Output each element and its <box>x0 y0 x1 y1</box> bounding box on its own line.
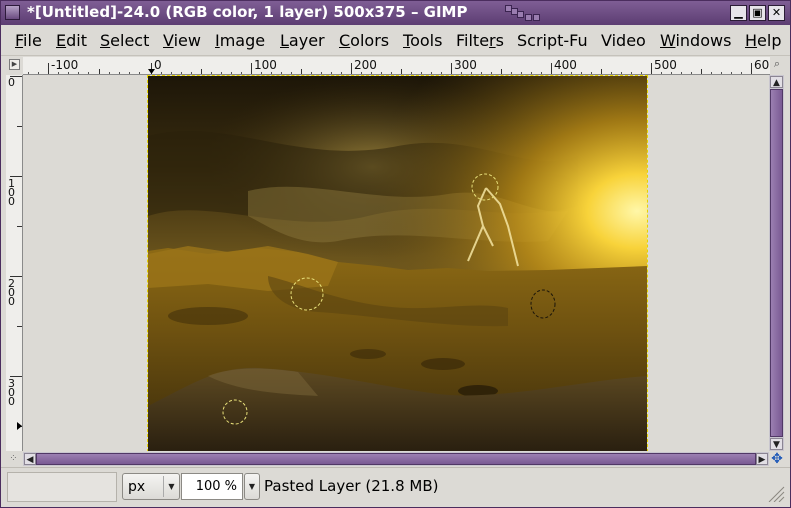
menu-layer[interactable]: Layer <box>280 31 325 50</box>
ruler-label: 0 <box>154 58 162 72</box>
title-bar[interactable]: *[Untitled]-24.0 (RGB color, 1 layer) 50… <box>1 1 790 25</box>
close-button[interactable]: ✕ <box>768 5 785 21</box>
menu-edit[interactable]: Edit <box>56 31 87 50</box>
zoom-dropdown-button[interactable]: ▼ <box>244 473 260 500</box>
ruler-label: 100 <box>254 58 277 72</box>
ruler-label: 0 <box>8 76 15 89</box>
canvas-area[interactable] <box>24 75 769 451</box>
svg-text:0: 0 <box>8 295 15 308</box>
scroll-up-icon[interactable]: ▲ <box>770 76 783 88</box>
chevron-down-icon: ▼ <box>163 476 179 497</box>
scroll-left-icon[interactable]: ◀ <box>24 453 36 465</box>
quickmask-icon[interactable]: ⁘ <box>6 453 21 466</box>
maximize-button[interactable]: ▣ <box>749 5 766 21</box>
horizontal-scroll-thumb[interactable] <box>36 453 756 465</box>
image-canvas[interactable] <box>147 75 648 451</box>
zoom-to-fit-icon[interactable]: ⌕ <box>769 57 785 74</box>
vertical-scroll-thumb[interactable] <box>770 89 783 437</box>
menu-view[interactable]: View <box>163 31 201 50</box>
menu-video[interactable]: Video <box>601 31 646 50</box>
ruler-corner: ▶ <box>6 57 23 74</box>
horizontal-ruler-ticks: -100 0 100 200 300 400 500 600 <box>28 58 770 74</box>
horizontal-ruler[interactable]: -100 0 100 200 300 400 500 600 <box>23 57 770 75</box>
navigate-cross-icon[interactable]: ✥ <box>769 452 785 467</box>
svg-text:0: 0 <box>8 195 15 208</box>
pasted-layer-image <box>148 76 647 451</box>
status-bar: px ▼ 100 % ▼ Pasted Layer (21.8 MB) <box>1 467 790 507</box>
ruler-label: 600 <box>754 58 770 72</box>
menu-filters[interactable]: Filters <box>456 31 504 50</box>
ruler-label: 400 <box>554 58 577 72</box>
menu-colors[interactable]: Colors <box>339 31 389 50</box>
unit-selector[interactable]: px ▼ <box>122 473 180 500</box>
ruler-label: 500 <box>654 58 677 72</box>
menu-file[interactable]: File <box>15 31 42 50</box>
resize-grip-icon[interactable] <box>765 484 785 503</box>
scroll-down-icon[interactable]: ▼ <box>770 438 783 450</box>
menu-image[interactable]: Image <box>215 31 265 50</box>
menu-help[interactable]: Help <box>745 31 781 50</box>
unit-value: px <box>128 479 146 495</box>
menu-script-fu[interactable]: Script-Fu <box>517 31 588 50</box>
ruler-label: -100 <box>51 58 78 72</box>
ruler-label: 300 <box>454 58 477 72</box>
zoom-value: 100 % <box>195 479 237 494</box>
triangle-right-icon[interactable]: ▶ <box>9 59 20 70</box>
minimize-button[interactable]: ▁ <box>730 5 747 21</box>
scroll-right-icon[interactable]: ▶ <box>756 453 768 465</box>
vertical-ruler[interactable]: 0 100 200 300 <box>6 75 23 451</box>
status-message: Pasted Layer (21.8 MB) <box>264 477 439 495</box>
menu-tools[interactable]: Tools <box>403 31 442 50</box>
menu-windows[interactable]: Windows <box>660 31 731 50</box>
gimp-image-window: *[Untitled]-24.0 (RGB color, 1 layer) 50… <box>0 0 791 508</box>
menu-select[interactable]: Select <box>100 31 149 50</box>
window-menu-icon[interactable] <box>5 5 20 20</box>
ruler-label: 200 <box>354 58 377 72</box>
svg-text:0: 0 <box>8 395 15 408</box>
vertical-ruler-ticks: 0 100 200 300 <box>8 76 22 430</box>
menu-bar: File Edit Select View Image Layer Colors… <box>1 26 790 56</box>
window-title: *[Untitled]-24.0 (RGB color, 1 layer) 50… <box>27 3 468 21</box>
title-decoration-icon <box>505 5 541 23</box>
horizontal-scrollbar[interactable]: ◀ ▶ <box>23 452 769 466</box>
pointer-coordinates <box>7 472 117 502</box>
vertical-scrollbar[interactable]: ▲ ▼ <box>769 75 784 451</box>
zoom-field[interactable]: 100 % <box>181 473 243 500</box>
